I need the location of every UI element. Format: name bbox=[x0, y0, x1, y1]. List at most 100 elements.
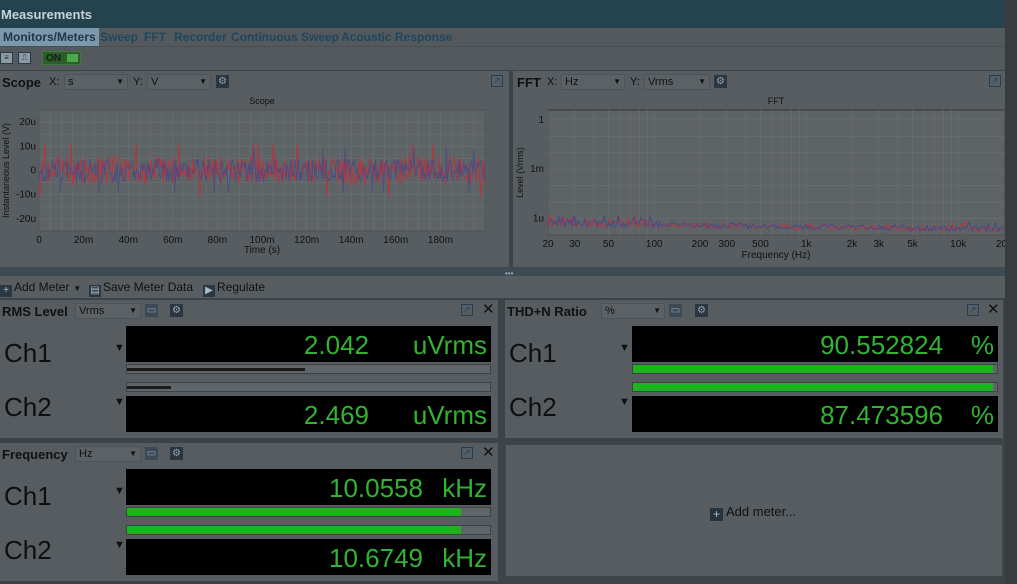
scope-y-unit-value: V bbox=[151, 76, 159, 88]
gear-icon[interactable]: ⚙ bbox=[695, 304, 708, 317]
add-meter-label: Add Meter bbox=[14, 280, 70, 294]
thdn-ch2-readout: 87.473596 % bbox=[632, 396, 998, 432]
meter-options-icon[interactable]: ▭ bbox=[145, 447, 158, 460]
scope-y-unit-select[interactable]: V ▼ bbox=[147, 74, 211, 90]
chevron-down-icon: ▼ bbox=[129, 449, 137, 458]
scope-chart: Scope0 20m 40m 60m 80m 100m 120m 140m 160m 180m20… bbox=[1, 96, 486, 256]
rms-unit-select[interactable]: Vrms ▼ bbox=[75, 303, 141, 319]
meter-options-icon[interactable]: ▭ bbox=[669, 304, 682, 317]
popout-icon[interactable]: ↗ bbox=[491, 75, 503, 87]
freq-meter-header: Frequency Hz ▼ ▭ ⚙ ↗ ✕ bbox=[0, 443, 498, 465]
thdn-unit-value: % bbox=[605, 305, 615, 317]
rms-ch1-readout: 2.042 uVrms bbox=[126, 326, 491, 362]
scope-plot-area[interactable]: Scope 0 20m 40m 60m 80m 100m 120m 140m 160m 180m 20… bbox=[0, 93, 509, 267]
chevron-down-icon[interactable]: ▼ bbox=[114, 539, 125, 551]
scope-x-unit-value: s bbox=[68, 76, 74, 88]
tab-continuous-sweep[interactable]: Continuous Sweep bbox=[228, 28, 342, 46]
rms-ch1-unit: uVrms bbox=[412, 330, 487, 360]
tab-sweep[interactable]: Sweep bbox=[97, 28, 141, 46]
popout-icon[interactable]: ↗ bbox=[461, 304, 473, 316]
add-meter-button[interactable]: + Add Meter ▼ bbox=[0, 279, 81, 297]
scope-y-tick-label: 10u bbox=[19, 141, 36, 152]
popout-icon[interactable]: ↗ bbox=[461, 447, 473, 459]
chevron-down-icon: ▼ bbox=[653, 306, 661, 315]
chevron-down-icon[interactable]: ▼ bbox=[114, 342, 125, 354]
regulate-button[interactable]: ▶ Regulate bbox=[203, 279, 266, 297]
fft-x-tick-label: 1k bbox=[801, 239, 813, 250]
scope-x-unit-select[interactable]: s ▼ bbox=[64, 74, 128, 90]
close-icon[interactable]: ✕ bbox=[482, 445, 495, 461]
popout-icon[interactable]: ↗ bbox=[967, 304, 979, 316]
tab-fft[interactable]: FFT bbox=[141, 28, 169, 46]
close-icon[interactable]: ✕ bbox=[482, 302, 495, 318]
freq-ch1-bar-fill bbox=[127, 508, 461, 516]
scope-y-tick-label: -10u bbox=[16, 190, 36, 201]
scope-x-tick-label: 140m bbox=[339, 235, 364, 246]
thdn-ch1-value: 90.552824 bbox=[820, 330, 943, 360]
generator-on-toggle[interactable]: ON bbox=[42, 51, 81, 65]
on-label: ON bbox=[46, 53, 61, 64]
gear-icon[interactable]: ⚙ bbox=[170, 304, 183, 317]
fft-x-unit-value: Hz bbox=[565, 76, 579, 88]
regulate-label: Regulate bbox=[217, 280, 266, 294]
freq-unit-select[interactable]: Hz ▼ bbox=[75, 446, 141, 462]
scope-x-tick-label: 180m bbox=[428, 235, 453, 246]
chevron-down-icon[interactable]: ▼ bbox=[114, 396, 125, 408]
rms-ch2-bar bbox=[126, 382, 491, 392]
thdn-ch2-bar bbox=[632, 382, 998, 392]
chevron-down-icon: ▼ bbox=[698, 77, 706, 86]
frequency-meter: Frequency Hz ▼ ▭ ⚙ ↗ ✕ Ch1 ▼ 10.0558 kHz … bbox=[0, 443, 498, 581]
fft-x-tick-label: 2k bbox=[847, 239, 859, 250]
freq-unit-value: Hz bbox=[79, 448, 93, 460]
chevron-down-icon[interactable]: ▼ bbox=[619, 396, 630, 408]
scope-y-tick-label: 20u bbox=[19, 117, 36, 128]
fft-chart-title: FFT bbox=[768, 96, 785, 106]
gear-icon[interactable]: ⚙ bbox=[170, 447, 183, 460]
gear-icon[interactable]: ⚙ bbox=[216, 75, 229, 88]
close-icon[interactable]: ✕ bbox=[987, 302, 1000, 318]
fft-x-tick-label: 50 bbox=[603, 239, 615, 250]
tab-recorder[interactable]: Recorder bbox=[171, 28, 230, 46]
scope-y-label: Y: bbox=[133, 76, 143, 88]
tab-monitors-meters[interactable]: Monitors/Meters bbox=[0, 28, 99, 46]
waveform-icon[interactable]: ⎍ bbox=[18, 52, 31, 64]
fft-plot-area[interactable]: FFT 20 30 50 100 200 300 500 1k 2k 3k 5k 10k 20k 1 1m 1u… bbox=[513, 93, 1013, 267]
save-meter-data-button[interactable]: ▤ Save Meter Data bbox=[89, 279, 193, 297]
popout-icon[interactable]: ↗ bbox=[989, 75, 1001, 87]
fft-y-tick-label: 1 bbox=[538, 115, 544, 126]
right-scrollbar[interactable] bbox=[1005, 0, 1017, 584]
freq-ch1-readout: 10.0558 kHz bbox=[126, 469, 491, 505]
thdn-ch2-row: Ch2 ▼ 87.473596 % bbox=[505, 380, 1003, 434]
meter-options-icon[interactable]: ▭ bbox=[145, 304, 158, 317]
fft-x-axis-label: Frequency (Hz) bbox=[742, 250, 811, 261]
rms-ch1-value: 2.042 bbox=[303, 330, 369, 360]
thdn-unit-select[interactable]: % ▼ bbox=[601, 303, 665, 319]
scope-x-tick-label: 20m bbox=[74, 235, 93, 246]
fft-y-unit-select[interactable]: Vrms ▼ bbox=[644, 74, 710, 90]
freq-ch1-unit: kHz bbox=[442, 473, 487, 503]
gear-icon[interactable]: ⚙ bbox=[714, 75, 727, 88]
scope-x-tick-label: 80m bbox=[208, 235, 227, 246]
generator-settings-icon[interactable]: ≡ bbox=[0, 52, 13, 64]
fft-x-tick-label: 3k bbox=[873, 239, 885, 250]
toggle-knob bbox=[67, 54, 78, 62]
freq-ch2-bar bbox=[126, 525, 491, 535]
rms-ch2-label: Ch2 bbox=[4, 392, 52, 422]
meter-toolbar: + Add Meter ▼ ▤ Save Meter Data ▶ Regulate bbox=[0, 276, 1017, 298]
play-icon: ▶ bbox=[203, 285, 215, 297]
add-meter-placeholder-button[interactable]: + Add meter... bbox=[710, 504, 796, 521]
tab-acoustic-response[interactable]: Acoustic Response bbox=[338, 28, 455, 46]
freq-ch2-bar-fill bbox=[127, 526, 461, 534]
window-title: Measurements bbox=[0, 0, 1017, 28]
fft-panel: FFT X: Hz ▼ Y: Vrms ▼ ⚙ ↗ FFT 20 30 50 100 200 3… bbox=[513, 71, 1013, 267]
panel-splitter[interactable]: ••• bbox=[0, 267, 1017, 278]
thdn-ch1-bar-fill bbox=[633, 365, 994, 373]
thdn-ch2-bar-fill bbox=[633, 383, 994, 391]
chevron-down-icon[interactable]: ▼ bbox=[114, 485, 125, 497]
fft-x-unit-select[interactable]: Hz ▼ bbox=[561, 74, 625, 90]
chevron-down-icon[interactable]: ▼ bbox=[619, 342, 630, 354]
fft-y-tick-label: 1m bbox=[530, 164, 544, 175]
thdn-ch2-unit: % bbox=[970, 400, 994, 430]
rms-unit-value: Vrms bbox=[79, 305, 105, 317]
save-icon: ▤ bbox=[89, 285, 101, 297]
